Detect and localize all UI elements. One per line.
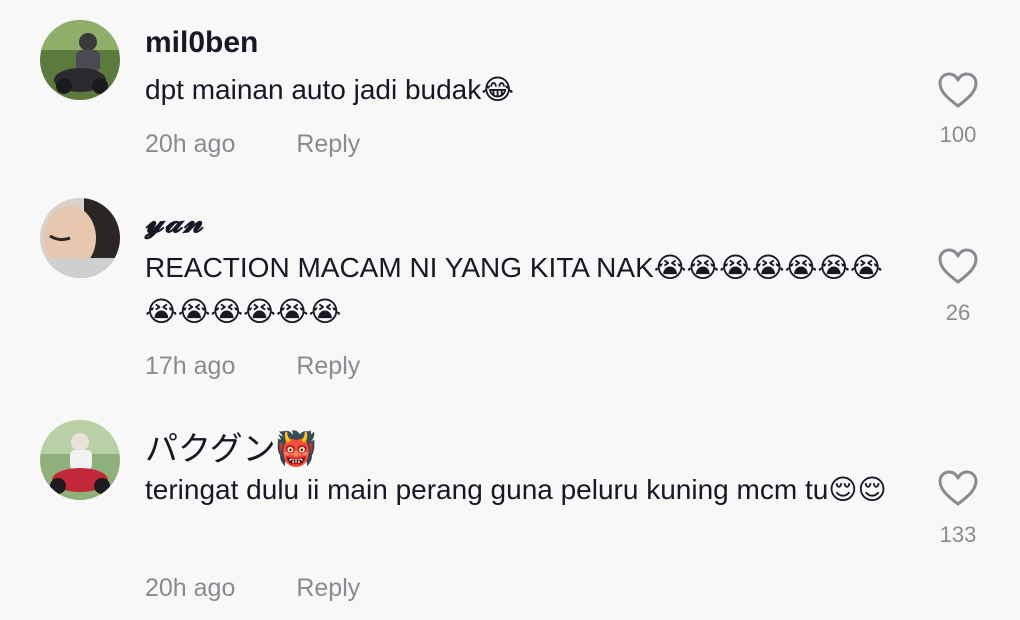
like-button[interactable]	[936, 70, 980, 110]
comment-meta: 17h ago Reply	[145, 352, 360, 381]
reply-button[interactable]: Reply	[296, 574, 360, 602]
comment-text: REACTION MACAM NI YANG KITA NAK😭😭😭😭😭😭😭😭😭…	[145, 252, 883, 327]
avatar[interactable]	[40, 20, 120, 100]
like-count: 100	[939, 122, 977, 147]
comment-meta: 20h ago Reply	[145, 130, 360, 159]
comment-text: teringat dulu ii main perang guna peluru…	[145, 474, 887, 505]
like-count: 26	[945, 300, 971, 325]
avatar[interactable]	[40, 198, 120, 278]
comment-username[interactable]: パクグン👹	[145, 422, 317, 470]
comment-time: 20h ago	[145, 574, 236, 602]
comment-time: 20h ago	[145, 130, 236, 158]
comment-username[interactable]: 𝔂𝓪𝓷	[145, 205, 204, 240]
like-count: 133	[939, 522, 977, 547]
avatar[interactable]	[40, 420, 120, 500]
comment-time: 17h ago	[145, 352, 236, 380]
like-button[interactable]	[936, 468, 980, 508]
heart-outline-icon	[938, 248, 978, 284]
comment-text: dpt mainan auto jadi budak😂	[145, 74, 514, 105]
like-button[interactable]	[936, 246, 980, 286]
comment-username[interactable]: mil0ben	[145, 26, 258, 60]
heart-outline-icon	[938, 72, 978, 108]
reply-button[interactable]: Reply	[296, 130, 360, 158]
heart-outline-icon	[938, 470, 978, 506]
reply-button[interactable]: Reply	[296, 352, 360, 380]
comment-meta: 20h ago Reply	[145, 574, 360, 603]
